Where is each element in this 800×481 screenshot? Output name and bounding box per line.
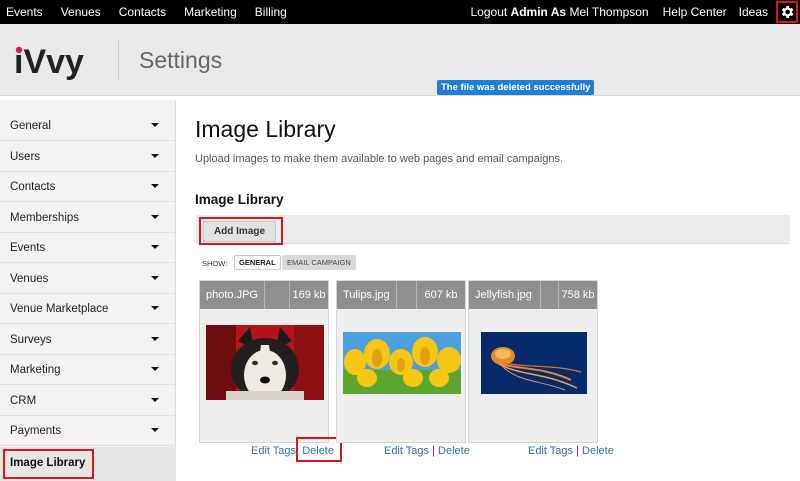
help-center-link[interactable]: Help Center: [663, 5, 727, 19]
show-label: SHOW:: [202, 259, 228, 268]
page-header: iVvy Settings The file was deleted succe…: [0, 24, 800, 96]
sidebar-item-venues[interactable]: Venues: [0, 264, 176, 294]
sidebar-item-surveys[interactable]: Surveys: [0, 325, 176, 355]
admin-as-label: Admin As: [510, 5, 567, 19]
top-nav: Events Venues Contacts Marketing Billing…: [0, 0, 800, 24]
top-nav-right: Logout Admin As Mel Thompson Help Center…: [471, 0, 800, 24]
image-thumbnail-jellyfish[interactable]: [481, 332, 587, 394]
nav-venues[interactable]: Venues: [61, 5, 101, 19]
image-thumbnail-husky[interactable]: [206, 325, 324, 400]
image-actions: Edit Tags | Delete: [384, 445, 470, 457]
image-card: Tulips.jpg 607 kb: [336, 280, 466, 443]
logout-link[interactable]: Logout Admin As Mel Thompson: [471, 5, 649, 19]
image-card-spacer: [541, 281, 559, 309]
user-name: Mel Thompson: [569, 5, 649, 19]
ideas-link[interactable]: Ideas: [739, 5, 768, 19]
image-filename: photo.JPG: [200, 281, 265, 309]
caret-down-icon: [151, 184, 159, 188]
header-title: Settings: [139, 47, 223, 73]
success-toast: The file was deleted successfully: [437, 80, 595, 95]
library-toolbar: [196, 215, 790, 244]
sidebar-item-label: General: [10, 120, 51, 132]
caret-down-icon: [151, 215, 159, 219]
nav-marketing[interactable]: Marketing: [184, 5, 237, 19]
nav-events[interactable]: Events: [6, 5, 43, 19]
nav-billing[interactable]: Billing: [255, 5, 287, 19]
sidebar-item-payments[interactable]: Payments: [0, 416, 176, 446]
caret-down-icon: [151, 367, 159, 371]
sidebar-item-label: CRM: [10, 395, 37, 407]
caret-down-icon: [151, 123, 159, 127]
sidebar-item-label: Contacts: [10, 181, 56, 193]
page-title: Image Library: [195, 116, 336, 142]
ivvy-logo[interactable]: iVvy: [14, 42, 99, 82]
page-description: Upload images to make them available to …: [195, 153, 564, 165]
edit-tags-link[interactable]: Edit Tags: [384, 445, 429, 457]
image-card-spacer: [265, 281, 290, 309]
sidebar-item-label: Payments: [10, 425, 62, 437]
sidebar-item-label: Marketing: [10, 364, 61, 376]
delete-link[interactable]: Delete: [438, 445, 470, 457]
image-actions: Edit Tags | Delete: [528, 445, 614, 457]
sidebar-item-venue-marketplace[interactable]: Venue Marketplace: [0, 294, 176, 324]
gear-icon: [781, 6, 794, 18]
caret-down-icon: [151, 337, 159, 341]
image-card-header: Tulips.jpg 607 kb: [337, 281, 465, 309]
sidebar-item-general[interactable]: General: [0, 111, 176, 141]
image-card: Jellyfish.jpg 758 kb: [468, 280, 598, 443]
logo-text: iVvy: [14, 43, 84, 81]
sidebar-item-memberships[interactable]: Memberships: [0, 203, 176, 233]
settings-button[interactable]: [776, 1, 798, 23]
logo-dot: [15, 46, 23, 54]
sidebar-item-marketing[interactable]: Marketing: [0, 355, 176, 385]
image-size: 758 kb: [561, 289, 595, 301]
logout-label: Logout: [470, 5, 508, 19]
filter-general[interactable]: GENERAL: [234, 255, 281, 270]
action-separator: |: [576, 445, 579, 457]
image-filename: Tulips.jpg: [337, 281, 397, 309]
caret-down-icon: [151, 398, 159, 402]
action-separator: |: [432, 445, 435, 457]
image-card-spacer: [397, 281, 417, 309]
sidebar-item-events[interactable]: Events: [0, 233, 176, 263]
image-size: 607 kb: [424, 289, 458, 301]
sidebar-item-label: Events: [10, 242, 46, 254]
caret-down-icon: [151, 154, 159, 158]
header-divider: [118, 40, 119, 80]
image-size: 169 kb: [292, 289, 326, 301]
highlight-box-sidebar: [3, 449, 94, 479]
top-nav-left: Events Venues Contacts Marketing Billing: [6, 0, 305, 24]
sidebar-item-label: Surveys: [10, 334, 52, 346]
section-title: Image Library: [195, 192, 284, 207]
caret-down-icon: [151, 428, 159, 432]
sidebar-item-users[interactable]: Users: [0, 142, 176, 172]
filter-email-campaign[interactable]: EMAIL CAMPAIGN: [282, 255, 356, 270]
sidebar-item-label: Venue Marketplace: [10, 303, 109, 315]
image-card-header: photo.JPG 169 kb: [200, 281, 328, 309]
edit-tags-link[interactable]: Edit Tags: [528, 445, 573, 457]
image-card-header: Jellyfish.jpg 758 kb: [469, 281, 597, 309]
caret-down-icon: [151, 306, 159, 310]
sidebar-item-label: Memberships: [10, 212, 80, 224]
nav-contacts[interactable]: Contacts: [119, 5, 166, 19]
image-thumbnail-tulips[interactable]: [343, 332, 461, 394]
sidebar-item-crm[interactable]: CRM: [0, 386, 176, 416]
highlight-box-add-image: [199, 217, 283, 245]
delete-link[interactable]: Delete: [582, 445, 614, 457]
sidebar-item-label: Users: [10, 151, 41, 163]
sidebar-item-contacts[interactable]: Contacts: [0, 172, 176, 202]
edit-tags-link[interactable]: Edit Tags: [251, 445, 296, 457]
image-card: photo.JPG 169 kb: [199, 280, 329, 443]
sidebar-item-label: Venues: [10, 273, 49, 285]
caret-down-icon: [151, 276, 159, 280]
caret-down-icon: [151, 245, 159, 249]
image-filename: Jellyfish.jpg: [469, 281, 541, 309]
